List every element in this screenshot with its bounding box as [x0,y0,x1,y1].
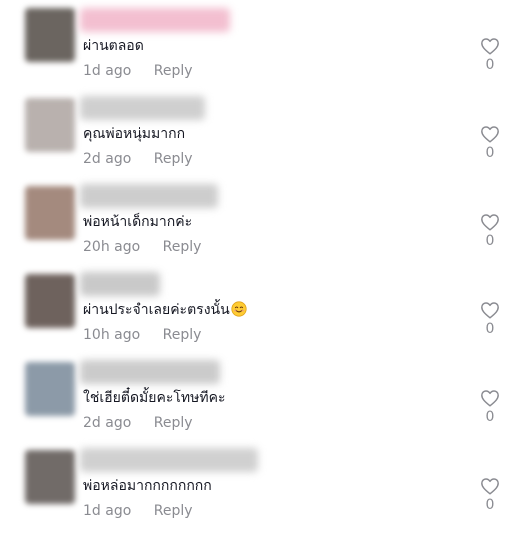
comment-text: ผ่านประจำเลยค่ะตรงนั้น [83,299,247,321]
like-group: 0 [474,389,506,425]
like-count: 0 [485,409,495,425]
reply-button[interactable]: Reply [154,151,193,167]
comment-time: 2d ago [83,151,132,167]
comment-time: 1d ago [83,63,132,79]
reply-button[interactable]: Reply [154,63,193,79]
comment-list: ผ่านตลอด 1d ago Reply 0 คุณพ่อหนุ่มมากก … [0,0,528,535]
smiling-face-emoji [231,301,247,317]
blurred-username[interactable] [80,448,258,472]
comment-time: 20h ago [83,239,141,255]
like-group: 0 [474,477,506,513]
comment-item: ใช่เฮียตี๋ดมั้ยคะโทษทีคะ 2d ago Reply 0 [0,357,528,445]
comment-text: คุณพ่อหนุ่มมากก [83,126,186,142]
like-count: 0 [485,497,495,513]
heart-outline-icon[interactable] [480,125,500,143]
heart-outline-icon[interactable] [480,301,500,319]
comment-meta: 1d ago Reply [83,503,193,519]
blurred-username[interactable] [80,96,205,120]
comment-time: 1d ago [83,503,132,519]
blurred-username[interactable] [80,184,218,208]
like-count: 0 [485,57,495,73]
comment-item: พ่อหน้าเด็กมากค่ะ 20h ago Reply 0 [0,181,528,269]
comment-meta: 2d ago Reply [83,151,193,167]
like-count: 0 [485,321,495,337]
comment-time: 2d ago [83,415,132,431]
like-group: 0 [474,37,506,73]
reply-button[interactable]: Reply [154,503,193,519]
comment-text: พ่อหล่อมากกกกกกกก [83,478,212,494]
heart-outline-icon[interactable] [480,477,500,495]
reply-button[interactable]: Reply [163,327,202,343]
comment-item: ผ่านตลอด 1d ago Reply 0 [0,5,528,93]
blurred-username[interactable] [80,360,220,384]
like-group: 0 [474,213,506,249]
heart-outline-icon[interactable] [480,213,500,231]
comment-text: ใช่เฮียตี๋ดมั้ยคะโทษทีคะ [83,390,226,406]
avatar[interactable] [25,98,75,152]
comment-meta: 10h ago Reply [83,327,201,343]
comment-meta: 2d ago Reply [83,415,193,431]
reply-button[interactable]: Reply [163,239,202,255]
comment-text: พ่อหน้าเด็กมากค่ะ [83,214,193,230]
avatar[interactable] [25,186,75,240]
avatar[interactable] [25,362,75,416]
avatar[interactable] [25,8,75,62]
like-group: 0 [474,301,506,337]
blurred-username[interactable] [80,272,160,296]
comment-meta: 20h ago Reply [83,239,201,255]
heart-outline-icon[interactable] [480,37,500,55]
blurred-username[interactable] [80,8,230,32]
comment-meta: 1d ago Reply [83,63,193,79]
comment-text: ผ่านตลอด [83,38,144,54]
like-count: 0 [485,233,495,249]
avatar[interactable] [25,450,75,504]
comment-text-body: ผ่านประจำเลยค่ะตรงนั้น [83,302,230,318]
heart-outline-icon[interactable] [480,389,500,407]
comment-item: ผ่านประจำเลยค่ะตรงนั้น 10h ago Reply 0 [0,269,528,357]
reply-button[interactable]: Reply [154,415,193,431]
like-count: 0 [485,145,495,161]
avatar[interactable] [25,274,75,328]
comment-time: 10h ago [83,327,141,343]
comment-item: พ่อหล่อมากกกกกกกก 1d ago Reply 0 [0,445,528,533]
like-group: 0 [474,125,506,161]
comment-item: คุณพ่อหนุ่มมากก 2d ago Reply 0 [0,93,528,181]
